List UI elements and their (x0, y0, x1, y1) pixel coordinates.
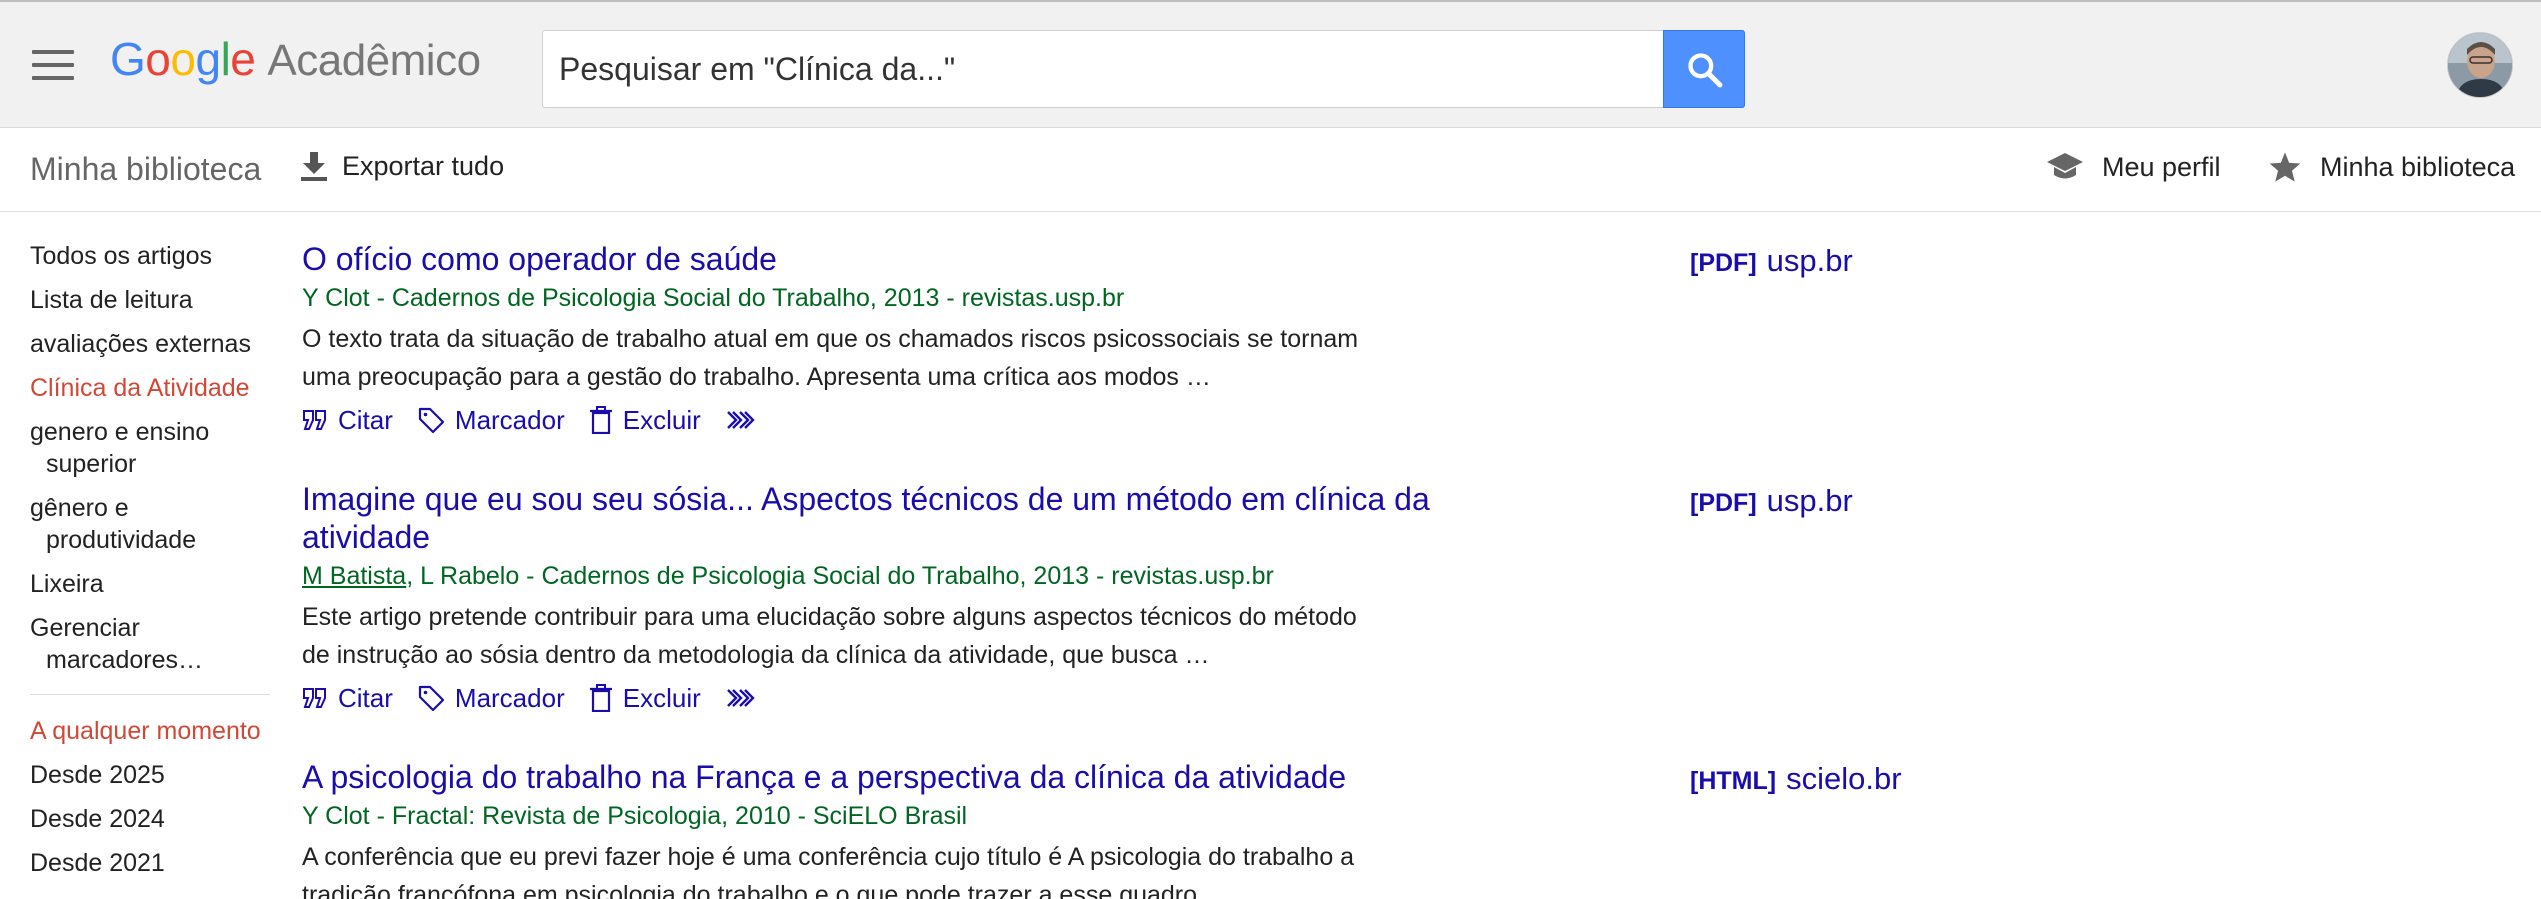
logo-letter: o (170, 33, 196, 85)
my-library-label: Minha biblioteca (2320, 151, 2516, 182)
cite-button[interactable]: Citar (302, 405, 393, 436)
result-meta: Y Clot - Cadernos de Psicologia Social d… (302, 284, 1125, 312)
more-button[interactable] (725, 408, 767, 432)
logo-letter: e (230, 33, 256, 85)
result-snippet: O texto trata da situação de trabalho at… (302, 325, 1359, 391)
star-icon (2269, 152, 2301, 182)
fulltext-link[interactable]: [PDF] usp.br (1690, 243, 1853, 279)
time-filter-2021[interactable]: Desde 2021 (30, 847, 280, 879)
label-label: Marcador (454, 404, 565, 435)
time-filter-2025[interactable]: Desde 2025 (30, 759, 280, 791)
result-actions: Citar Marcador Excluir (302, 680, 1502, 716)
export-all-button[interactable]: Exportar tudo (300, 151, 504, 182)
quote-icon (303, 410, 326, 430)
delete-label: Excluir (622, 404, 701, 435)
result-item: O ofício como operador de saúde Y Clot -… (302, 240, 1502, 438)
logo-letter: G (110, 33, 146, 85)
source-domain: usp.br (1766, 243, 1853, 278)
result-actions: Citar Marcador Excluir (302, 402, 1502, 438)
result-meta: M Batista, L Rabelo - Cadernos de Psicol… (302, 560, 1502, 592)
delete-button[interactable]: Excluir (589, 405, 701, 436)
sidebar-item-clinica-da-atividade[interactable]: Clínica da Atividade (30, 372, 280, 404)
result-meta: Y Clot - Fractal: Revista de Psicologia,… (302, 802, 968, 830)
result-title-link[interactable]: O ofício como operador de saúde (302, 240, 1562, 278)
left-sidebar: Todos os artigos Lista de leitura avalia… (30, 240, 280, 879)
trash-icon (589, 406, 612, 434)
graduation-cap-icon (2047, 153, 2083, 179)
my-profile-label: Meu perfil (2102, 151, 2221, 182)
sidebar-item-genero-produtividade[interactable]: gênero e produtividade (30, 492, 210, 556)
download-icon (301, 151, 327, 181)
sidebar-item-all-articles[interactable]: Todos os artigos (30, 240, 280, 272)
source-domain: scielo.br (1786, 761, 1902, 796)
label-label: Marcador (454, 682, 565, 713)
label-button[interactable]: Marcador (417, 683, 565, 714)
delete-label: Excluir (622, 682, 701, 713)
google-scholar-logo[interactable]: G o o g l e Acadêmico (110, 32, 481, 92)
delete-button[interactable]: Excluir (589, 683, 701, 714)
library-title: Minha biblioteca (30, 151, 262, 187)
tag-icon (418, 407, 445, 434)
sidebar-item-external-reviews[interactable]: avaliações externas (30, 328, 280, 360)
sidebar-item-manage-labels[interactable]: Gerenciar marcadores… (30, 612, 230, 676)
source-domain: usp.br (1766, 483, 1853, 518)
result-snippet: A conferência que eu previ fazer hoje é … (302, 843, 1355, 899)
sidebar-item-reading-list[interactable]: Lista de leitura (30, 284, 280, 316)
logo-product-name: Acadêmico (267, 36, 481, 85)
logo-letter: o (145, 33, 171, 85)
result-item: Imagine que eu sou seu sósia... Aspectos… (302, 480, 1502, 716)
search-icon (1688, 53, 1723, 88)
tag-icon (418, 685, 445, 712)
my-profile-link[interactable]: Meu perfil (2046, 151, 2221, 183)
trash-icon (589, 684, 612, 712)
hamburger-menu-icon[interactable] (32, 50, 74, 80)
cite-button[interactable]: Citar (302, 683, 393, 714)
library-toolbar: Minha biblioteca Exportar tudo Meu perfi… (0, 129, 2541, 212)
format-tag: [PDF] (1690, 249, 1757, 277)
export-all-label: Exportar tudo (342, 151, 505, 181)
logo-letter: g (195, 33, 221, 85)
quote-icon (303, 688, 326, 708)
label-button[interactable]: Marcador (417, 405, 565, 436)
fulltext-link[interactable]: [HTML] scielo.br (1690, 761, 1902, 797)
more-button[interactable] (725, 686, 767, 710)
cite-label: Citar (338, 682, 393, 713)
time-filter-any[interactable]: A qualquer momento (30, 715, 280, 747)
avatar[interactable] (2447, 32, 2513, 98)
time-filter-2024[interactable]: Desde 2024 (30, 803, 280, 835)
cite-label: Citar (338, 404, 393, 435)
sidebar-item-genero-ensino[interactable]: genero e ensino superior (30, 416, 230, 480)
logo-letter: l (220, 33, 231, 85)
result-meta-rest: , L Rabelo - Cadernos de Psicologia Soci… (406, 562, 1274, 590)
double-chevron-right-icon (726, 689, 755, 707)
search-input[interactable] (543, 31, 1743, 107)
result-title-link[interactable]: Imagine que eu sou seu sósia... Aspectos… (302, 480, 1562, 556)
double-chevron-right-icon (726, 411, 755, 429)
top-header: G o o g l e Acadêmico (0, 0, 2541, 128)
format-tag: [HTML] (1690, 767, 1777, 795)
result-title-link[interactable]: A psicologia do trabalho na França e a p… (302, 758, 1562, 796)
search-box (542, 30, 1744, 108)
my-library-link[interactable]: Minha biblioteca (2268, 151, 2515, 183)
result-snippet: Este artigo pretende contribuir para uma… (302, 603, 1357, 669)
author-link[interactable]: M Batista (302, 562, 406, 590)
search-button[interactable] (1663, 30, 1745, 108)
format-tag: [PDF] (1690, 489, 1757, 517)
sidebar-divider (30, 694, 270, 695)
fulltext-link[interactable]: [PDF] usp.br (1690, 483, 1853, 519)
sidebar-item-trash[interactable]: Lixeira (30, 568, 280, 600)
result-item: A psicologia do trabalho na França e a p… (302, 758, 1502, 899)
